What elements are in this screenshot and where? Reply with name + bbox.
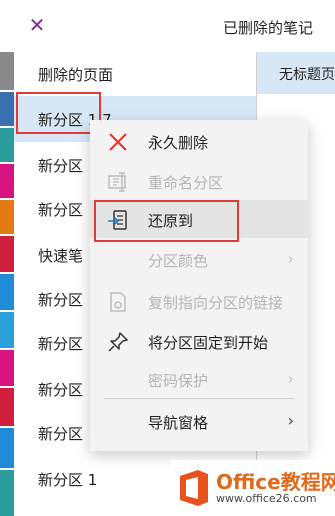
menu-item-copy-link[interactable]: 复制指向分区的链接 (90, 282, 308, 320)
menu-item-label: 密码保护 (148, 372, 209, 390)
section-tab[interactable] (0, 312, 14, 348)
section-tab[interactable] (0, 92, 14, 126)
section-label: 新分区 (38, 201, 84, 219)
page-item[interactable]: 无标题页 (257, 52, 335, 94)
section-tab[interactable] (0, 52, 14, 90)
context-menu: 永久删除 重命名分区 还原到 分区颜色 › 复制指向分区的链接 将分区固定到开始… (90, 120, 308, 451)
office-logo-icon (176, 468, 212, 512)
section-tab[interactable] (0, 350, 14, 386)
chevron-right-icon: › (287, 411, 294, 430)
section-tab[interactable] (0, 470, 14, 516)
rename-icon (106, 170, 130, 194)
section-tab[interactable] (0, 274, 14, 310)
section-tab[interactable] (0, 200, 14, 234)
watermark-name: Office教程网 (216, 470, 335, 494)
chevron-right-icon: › (287, 249, 294, 268)
section-label: 新分区 (38, 291, 84, 309)
watermark: Office教程网 www.office26.com (170, 460, 335, 516)
menu-item-label: 将分区固定到开始 (148, 334, 269, 352)
watermark-url: www.office26.com (216, 492, 317, 505)
deleted-pages-header[interactable]: 删除的页面 (38, 64, 113, 85)
header-bar: ✕ 已删除的笔记 (0, 0, 335, 52)
highlight-restore-to (94, 200, 239, 242)
section-tab[interactable] (0, 388, 14, 426)
menu-item-rename-section[interactable]: 重命名分区 (90, 162, 308, 200)
menu-item-permanent-delete[interactable]: 永久删除 (90, 122, 308, 160)
section-tab[interactable] (0, 128, 14, 162)
section-tab[interactable] (0, 428, 14, 468)
highlight-selected-section (16, 92, 101, 134)
menu-item-password-protect[interactable]: 密码保护 › (90, 360, 308, 398)
section-label: 新分区 1 (38, 471, 98, 489)
section-label: 快速笔 (38, 247, 84, 265)
pin-icon (106, 330, 130, 354)
page-label: 无标题页 (279, 67, 335, 83)
close-icon[interactable]: ✕ (26, 14, 48, 36)
menu-item-label: 重命名分区 (148, 174, 224, 192)
page-title: 已删除的笔记 (222, 19, 313, 37)
chevron-right-icon: › (287, 369, 294, 388)
copy-link-icon (106, 290, 130, 314)
section-label: 新分区 (38, 425, 84, 443)
section-label: 新分区 (38, 157, 84, 175)
section-color-tabs (0, 52, 14, 516)
menu-separator (104, 398, 294, 399)
menu-item-label: 永久删除 (148, 134, 209, 152)
menu-item-label: 复制指向分区的链接 (148, 294, 284, 312)
delete-x-icon (106, 130, 130, 154)
menu-item-navigation-pane[interactable]: 导航窗格 › (90, 402, 308, 440)
menu-item-section-color[interactable]: 分区颜色 › (90, 240, 308, 278)
menu-item-label: 导航窗格 (148, 414, 209, 432)
section-label: 新分区 (38, 381, 84, 399)
menu-item-pin-to-start[interactable]: 将分区固定到开始 (90, 322, 308, 360)
section-tab[interactable] (0, 236, 14, 272)
menu-item-label: 分区颜色 (148, 252, 209, 270)
section-label: 新分区 (38, 335, 84, 353)
section-tab[interactable] (0, 164, 14, 198)
